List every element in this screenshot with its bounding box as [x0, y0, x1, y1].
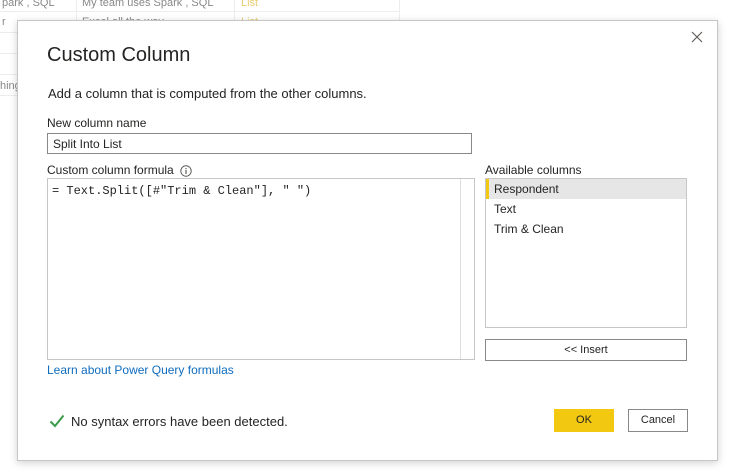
custom-formula-label: Custom column formula	[47, 163, 174, 177]
dialog-title: Custom Column	[47, 44, 191, 66]
available-columns-label: Available columns	[485, 163, 582, 177]
new-column-name-input[interactable]	[47, 133, 472, 154]
available-columns-list: Respondent Text Trim & Clean	[485, 178, 687, 328]
cancel-button[interactable]: Cancel	[628, 409, 688, 432]
dialog-subtitle: Add a column that is computed from the o…	[48, 86, 367, 101]
list-item-trim-clean[interactable]: Trim & Clean	[486, 219, 686, 239]
custom-formula-editor[interactable]: = Text.Split([#"Trim & Clean"], " ")	[47, 178, 475, 360]
ok-button[interactable]: OK	[554, 409, 614, 432]
formula-scrollbar[interactable]	[460, 179, 474, 359]
syntax-status-text: No syntax errors have been detected.	[71, 414, 288, 429]
list-item-text[interactable]: Text	[486, 199, 686, 219]
close-icon[interactable]	[689, 29, 705, 45]
checkmark-icon	[49, 414, 65, 428]
new-column-name-label: New column name	[47, 116, 147, 130]
learn-power-query-link[interactable]: Learn about Power Query formulas	[47, 363, 234, 377]
list-item-respondent[interactable]: Respondent	[486, 179, 686, 199]
formula-text[interactable]: = Text.Split([#"Trim & Clean"], " ")	[52, 184, 311, 198]
insert-button[interactable]: << Insert	[485, 339, 687, 361]
custom-column-dialog: Custom Column Add a column that is compu…	[17, 20, 718, 461]
info-icon[interactable]	[180, 164, 192, 177]
